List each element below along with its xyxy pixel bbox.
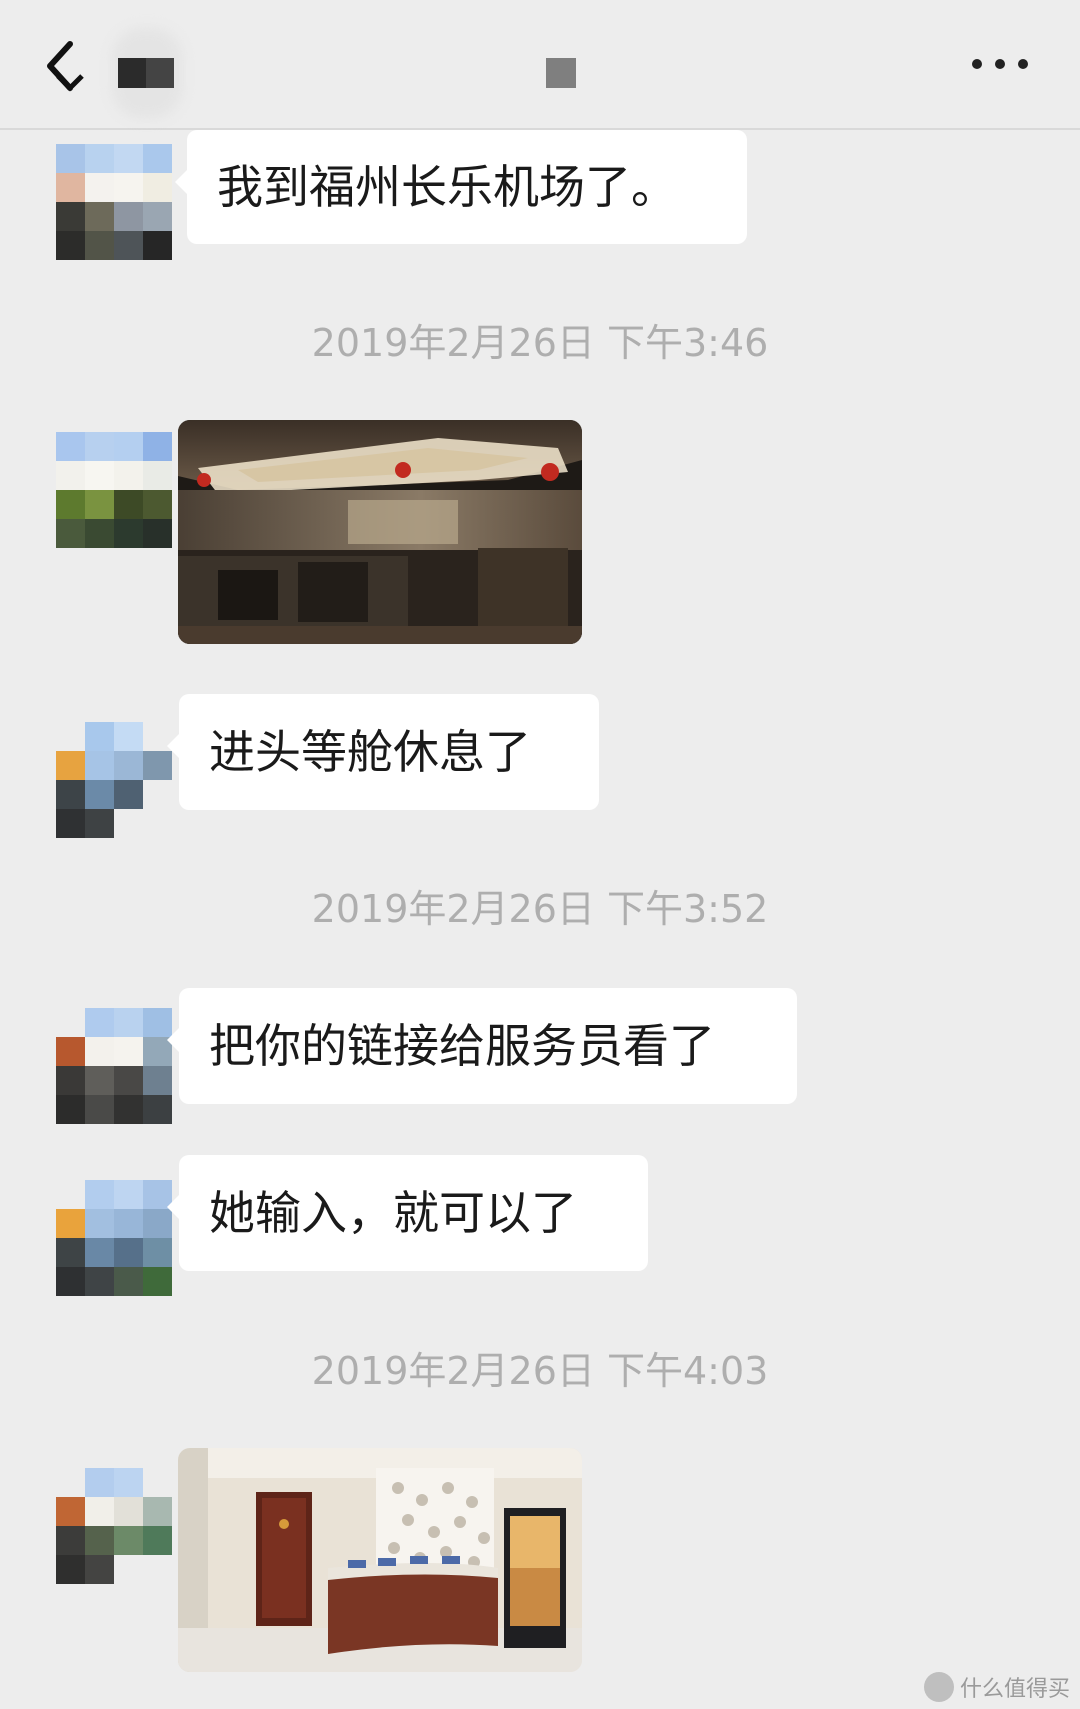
avatar[interactable] bbox=[56, 144, 172, 260]
message-bubble[interactable]: 我到福州长乐机场了。 bbox=[175, 130, 747, 244]
buffet-photo-image bbox=[178, 1448, 582, 1672]
ellipsis-icon bbox=[972, 59, 982, 69]
lounge-photo-image bbox=[178, 420, 582, 644]
watermark-logo-icon bbox=[923, 1672, 954, 1702]
message-bubble[interactable]: 进头等舱休息了 bbox=[167, 694, 599, 810]
avatar[interactable] bbox=[56, 1008, 172, 1124]
avatar[interactable] bbox=[56, 1180, 172, 1296]
contact-avatar-mosaic bbox=[112, 28, 182, 118]
avatar[interactable] bbox=[56, 1468, 172, 1584]
watermark-text: 什么值得买 bbox=[959, 1677, 1070, 1702]
photo-message[interactable] bbox=[178, 1448, 582, 1672]
message-bubble[interactable]: 她输入，就可以了 bbox=[167, 1155, 648, 1271]
avatar[interactable] bbox=[56, 432, 172, 548]
more-options-button[interactable] bbox=[972, 56, 1028, 72]
avatar[interactable] bbox=[56, 722, 172, 838]
watermark: 什么值得买 bbox=[923, 1671, 1070, 1703]
message-bubble[interactable]: 把你的链接给服务员看了 bbox=[167, 988, 797, 1104]
photo-message[interactable] bbox=[178, 420, 582, 644]
chat-title-mosaic bbox=[546, 58, 576, 88]
message-timestamp: 2019年2月26日 下午4:03 bbox=[311, 1349, 769, 1393]
back-button[interactable] bbox=[40, 36, 100, 96]
message-timestamp: 2019年2月26日 下午3:52 bbox=[311, 887, 769, 931]
message-timestamp: 2019年2月26日 下午3:46 bbox=[311, 321, 769, 365]
chat-header bbox=[0, 0, 1080, 130]
chevron-left-icon bbox=[47, 41, 84, 92]
